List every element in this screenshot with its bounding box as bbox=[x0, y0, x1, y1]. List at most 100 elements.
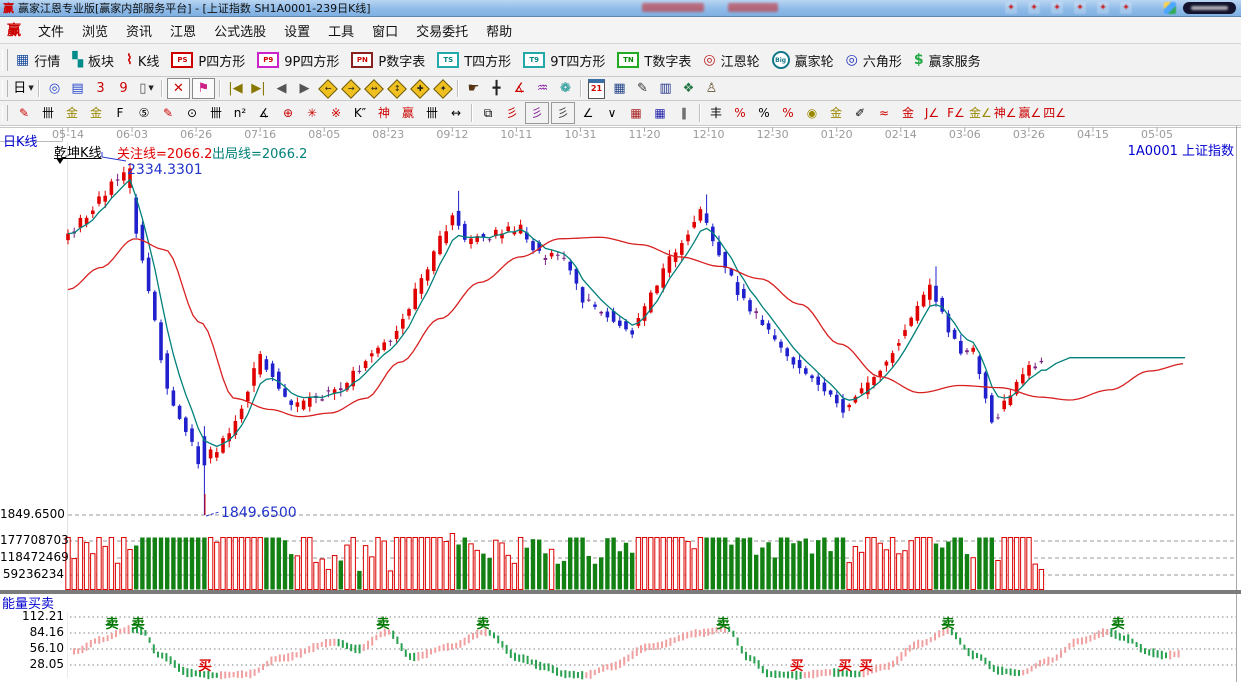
page-back-icon[interactable]: ◀ bbox=[271, 79, 292, 98]
gann-diamond-star-icon[interactable]: ✦ bbox=[432, 79, 453, 98]
titlebar-red-icon[interactable]: ✦ bbox=[1051, 2, 1063, 14]
gann-fan-star-icon[interactable]: ✳ bbox=[301, 103, 323, 123]
extend-arrows-icon[interactable]: ↔ bbox=[445, 103, 467, 123]
percent-icon[interactable]: % bbox=[753, 103, 775, 123]
trend-chart-icon[interactable]: ◎ bbox=[44, 79, 65, 98]
last-page-icon[interactable]: ▶| bbox=[248, 79, 269, 98]
hand-tool-icon[interactable]: ☛ bbox=[463, 79, 484, 98]
grid-lines-icon[interactable]: 卌 bbox=[37, 103, 59, 123]
winner-service-button[interactable]: $赢家服务 bbox=[910, 47, 989, 73]
bars-3-icon[interactable]: 3 bbox=[90, 79, 111, 98]
wave-red-icon[interactable]: ≈ bbox=[873, 103, 895, 123]
menu-文件[interactable]: 文件 bbox=[29, 22, 73, 43]
angle-measure-icon[interactable]: ∡ bbox=[509, 79, 530, 98]
p9-square-button[interactable]: P99P四方形 bbox=[253, 47, 347, 73]
n-squared-icon[interactable]: n² bbox=[229, 103, 251, 123]
menu-窗口[interactable]: 窗口 bbox=[363, 22, 407, 43]
winner-wheel-button[interactable]: Big赢家轮 bbox=[768, 47, 842, 73]
gold-grid2-icon[interactable]: 金 bbox=[85, 103, 107, 123]
hexagon-button[interactable]: ◎六角形 bbox=[842, 47, 910, 73]
gann-bars-icon[interactable]: 丰 bbox=[705, 103, 727, 123]
circle-cycle-icon[interactable]: ⊙ bbox=[181, 103, 203, 123]
price-chart-canvas[interactable] bbox=[0, 126, 1241, 682]
j-angle-icon[interactable]: J∠ bbox=[921, 103, 943, 123]
parallel-lines-icon[interactable]: ∥ bbox=[673, 103, 695, 123]
titlebar-red-icon[interactable]: ✦ bbox=[1097, 2, 1109, 14]
titlebar-red-icon[interactable]: ✦ bbox=[1028, 2, 1040, 14]
titlebar-app-icon[interactable] bbox=[1164, 2, 1176, 14]
remote-user-icon[interactable]: ♙ bbox=[701, 79, 722, 98]
angle-line-icon[interactable]: ∠ bbox=[577, 103, 599, 123]
menu-浏览[interactable]: 浏览 bbox=[73, 22, 117, 43]
calendar-icon[interactable]: 21 bbox=[586, 79, 607, 98]
menu-交易委托[interactable]: 交易委托 bbox=[407, 22, 477, 43]
qiankun-dropdown-arrow-icon[interactable] bbox=[56, 158, 64, 164]
save-icon[interactable]: ▥ bbox=[655, 79, 676, 98]
candle-type-dropdown[interactable]: ▯▼ bbox=[136, 79, 157, 98]
period-day-dropdown[interactable]: 日▼ bbox=[13, 79, 34, 98]
wave-tool-icon[interactable]: ♒ bbox=[532, 79, 553, 98]
shen-grid-icon[interactable]: 神 bbox=[373, 103, 395, 123]
gann-wheel-button[interactable]: ◎江恩轮 bbox=[699, 47, 767, 73]
t-square-button[interactable]: TST四方形 bbox=[433, 47, 519, 73]
p-number-button[interactable]: PNP数字表 bbox=[347, 47, 433, 73]
title-bar[interactable]: 赢 赢家江恩专业版[赢家内部服务平台] - [上证指数 SH1A0001-239… bbox=[0, 0, 1241, 17]
toolbar-grip[interactable] bbox=[2, 80, 8, 96]
t9-square-button[interactable]: T99T四方形 bbox=[519, 47, 613, 73]
f-grid-icon[interactable]: F bbox=[109, 103, 131, 123]
gold-grid-icon[interactable]: 金 bbox=[61, 103, 83, 123]
p-square-button[interactable]: PSP四方形 bbox=[167, 47, 253, 73]
fan-box-icon[interactable]: 彡 bbox=[525, 102, 549, 124]
gann-diamond-left-icon[interactable]: ← bbox=[317, 79, 338, 98]
info-doc-icon[interactable]: ▤ bbox=[67, 79, 88, 98]
menu-帮助[interactable]: 帮助 bbox=[477, 22, 521, 43]
tab-day-kline[interactable]: 日K线 bbox=[3, 131, 38, 150]
gann-diamond-cross-icon[interactable]: ✚ bbox=[409, 79, 430, 98]
angle-mirror-icon[interactable]: ∡ bbox=[253, 103, 275, 123]
percent-eq-icon[interactable]: % bbox=[777, 103, 799, 123]
sector-blocks-button[interactable]: ▚板块 bbox=[68, 47, 122, 73]
first-page-icon[interactable]: |◀ bbox=[225, 79, 246, 98]
menu-工具[interactable]: 工具 bbox=[319, 22, 363, 43]
percent-line-icon[interactable]: % bbox=[729, 103, 751, 123]
brush-grid-icon[interactable]: ✎ bbox=[157, 103, 179, 123]
notes-icon[interactable]: ✎ bbox=[632, 79, 653, 98]
gann-diamond-right-icon[interactable]: → bbox=[340, 79, 361, 98]
fan-box2-icon[interactable]: 彡 bbox=[551, 102, 575, 124]
t-number-button[interactable]: TNT数字表 bbox=[613, 47, 699, 73]
network-icon[interactable]: ❖ bbox=[678, 79, 699, 98]
menu-公式选股[interactable]: 公式选股 bbox=[205, 22, 275, 43]
flag-tool-icon[interactable]: ⚑ bbox=[192, 78, 215, 99]
delete-tool-icon[interactable]: ✕ bbox=[167, 78, 190, 99]
box-range-icon[interactable]: ⧉ bbox=[477, 103, 499, 123]
grid-fill-icon[interactable]: ▦ bbox=[625, 103, 647, 123]
gold-red-icon[interactable]: 金 bbox=[897, 103, 919, 123]
titlebar-status-pill[interactable] bbox=[1183, 2, 1236, 14]
ying-angle-icon[interactable]: 赢∠ bbox=[1019, 103, 1042, 123]
crosshair-icon[interactable]: ╋ bbox=[486, 79, 507, 98]
ying-grid-icon[interactable]: 赢 bbox=[397, 103, 419, 123]
titlebar-red-icon[interactable]: ✦ bbox=[1005, 2, 1017, 14]
gold-circle-icon[interactable]: ◉ bbox=[801, 103, 823, 123]
gann-fan-icon[interactable]: 彡 bbox=[501, 103, 523, 123]
page-forward-icon[interactable]: ▶ bbox=[294, 79, 315, 98]
menu-江恩[interactable]: 江恩 bbox=[161, 22, 205, 43]
pen-one-icon[interactable]: ✐ bbox=[849, 103, 871, 123]
target-cross-icon[interactable]: ⊕ bbox=[277, 103, 299, 123]
ruler-123-icon[interactable]: 卌 bbox=[421, 103, 443, 123]
titlebar-red-icon[interactable]: ✦ bbox=[1074, 2, 1086, 14]
bars-9-icon[interactable]: 9 bbox=[113, 79, 134, 98]
gann-diamond-ud-icon[interactable]: ↕ bbox=[386, 79, 407, 98]
four-angle-icon[interactable]: 四∠ bbox=[1043, 103, 1066, 123]
shen-angle-icon[interactable]: 神∠ bbox=[994, 103, 1017, 123]
k-quote-icon[interactable]: K″ bbox=[349, 103, 371, 123]
grid-lines2-icon[interactable]: 卌 bbox=[205, 103, 227, 123]
brush-tool-icon[interactable]: ✎ bbox=[13, 103, 35, 123]
gold-level-icon[interactable]: 金 bbox=[825, 103, 847, 123]
rice-grid-icon[interactable]: ※ bbox=[325, 103, 347, 123]
v-wave-icon[interactable]: ∨ bbox=[601, 103, 623, 123]
menu-设置[interactable]: 设置 bbox=[275, 22, 319, 43]
calculator-icon[interactable]: ▦ bbox=[609, 79, 630, 98]
cycle-tool-icon[interactable]: ❁ bbox=[555, 79, 576, 98]
grid-fill2-icon[interactable]: ▦ bbox=[649, 103, 671, 123]
